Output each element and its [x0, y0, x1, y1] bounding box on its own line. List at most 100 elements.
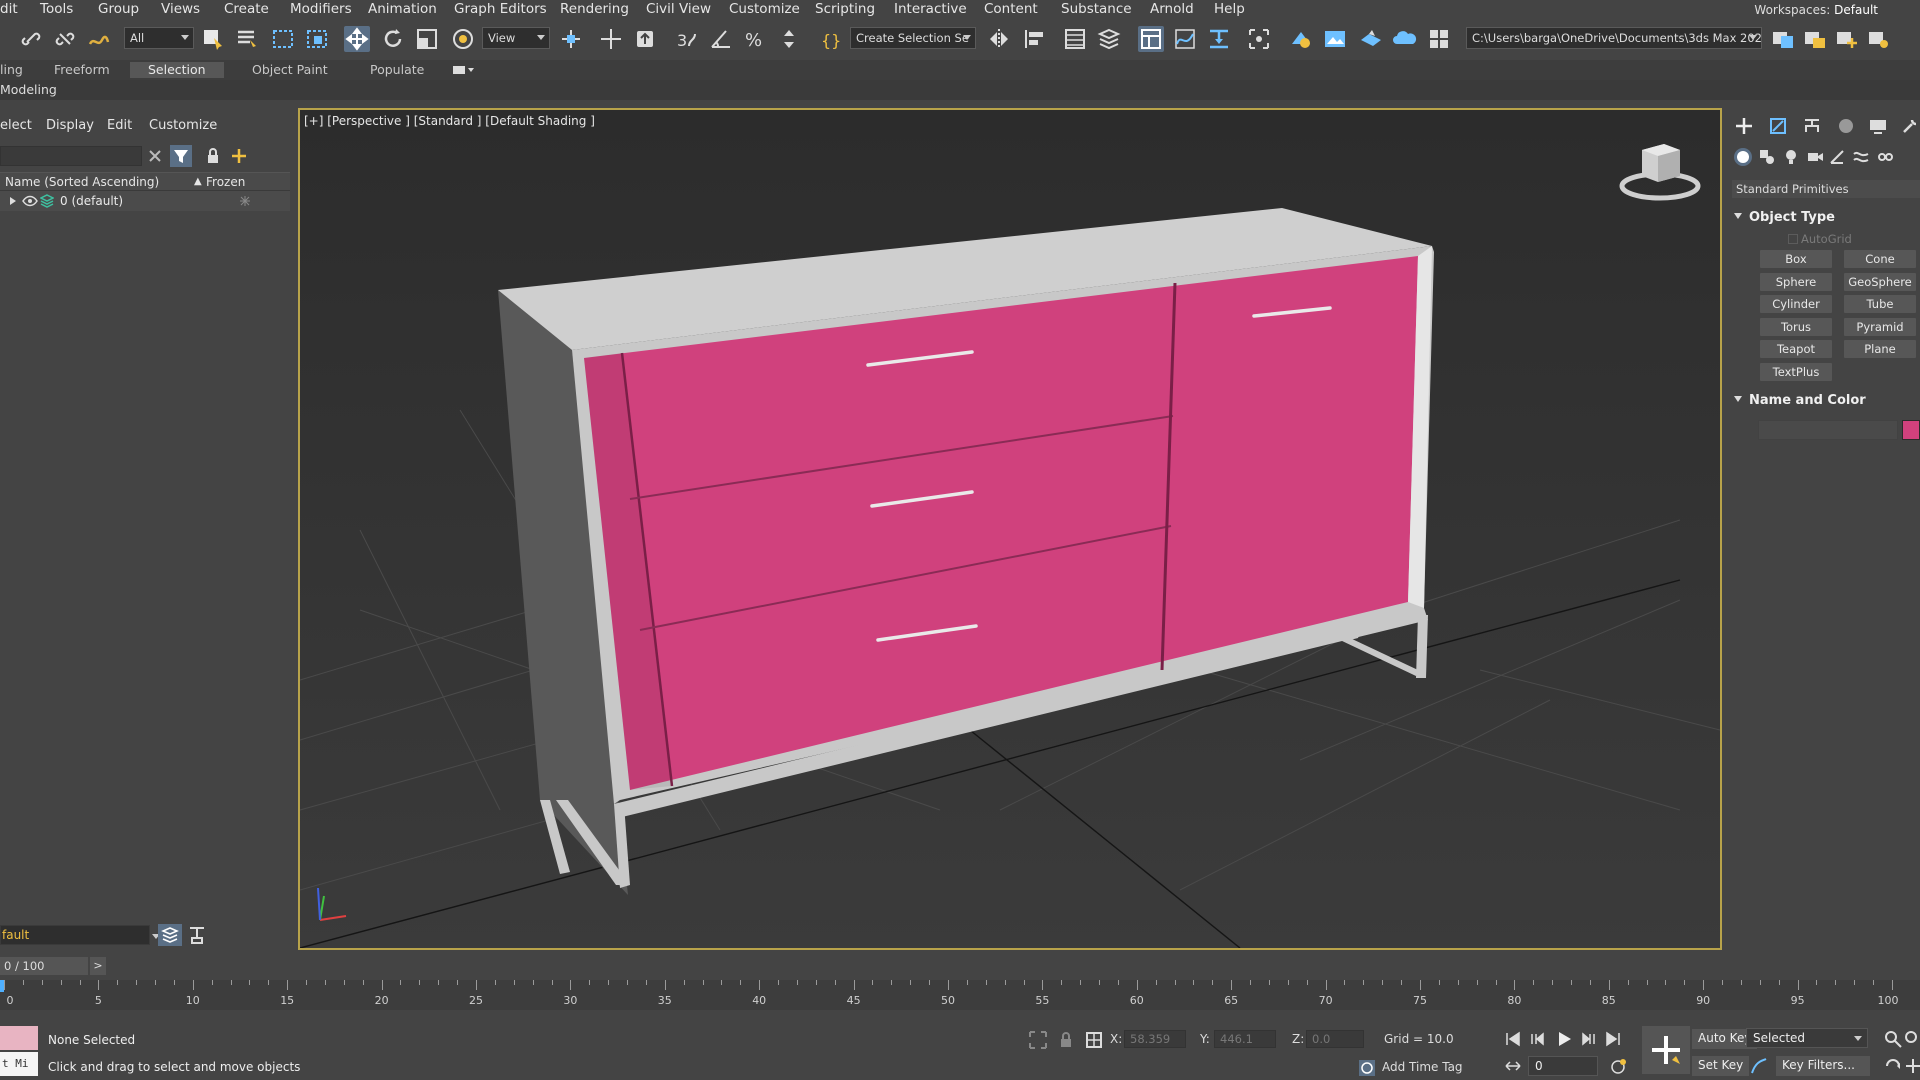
- spinner-snap-icon[interactable]: [776, 26, 802, 52]
- render-gallery-icon[interactable]: [1426, 26, 1452, 52]
- keyboard-shortcut-toggle-icon[interactable]: [632, 26, 658, 52]
- workspaces-selector[interactable]: Workspaces: Default: [1754, 3, 1878, 17]
- placement-icon[interactable]: [450, 26, 476, 52]
- time-tag-icon[interactable]: [1358, 1059, 1376, 1077]
- primitive-plane-button[interactable]: Plane: [1844, 340, 1916, 358]
- display-tab-icon[interactable]: [1868, 116, 1888, 136]
- go-to-start-icon[interactable]: [1504, 1030, 1522, 1048]
- ribbon-tab-object-paint[interactable]: Object Paint: [234, 62, 346, 78]
- schematic-view-icon[interactable]: [1206, 26, 1232, 52]
- zoom-icon[interactable]: [1884, 1030, 1902, 1048]
- menu-modifiers[interactable]: Modifiers: [290, 1, 352, 17]
- object-color-swatch[interactable]: [1902, 420, 1920, 440]
- utilities-tab-icon[interactable]: [1900, 116, 1920, 136]
- move-icon[interactable]: [344, 26, 370, 52]
- menu-content[interactable]: Content: [984, 1, 1038, 17]
- maxscript-listener[interactable]: t Mi: [0, 1026, 38, 1078]
- rectangle-selection-icon[interactable]: [270, 26, 296, 52]
- reference-coordinate-dropdown[interactable]: View: [482, 27, 550, 49]
- menu-dit[interactable]: dit: [0, 1, 18, 17]
- percent-snap-icon[interactable]: %: [742, 26, 768, 52]
- render-setup-icon[interactable]: [1288, 26, 1314, 52]
- primitive-textplus-button[interactable]: TextPlus: [1760, 362, 1832, 381]
- menu-help[interactable]: Help: [1214, 1, 1245, 17]
- primitive-sphere-button[interactable]: Sphere: [1760, 272, 1832, 291]
- sort-by-hierarchy-icon[interactable]: [186, 924, 208, 946]
- key-mode-toggle-icon[interactable]: [1504, 1057, 1522, 1075]
- ribbon-tab-freeform[interactable]: Freeform: [36, 62, 128, 78]
- snaps-toggle-icon[interactable]: 3: [674, 26, 700, 52]
- time-configuration-icon[interactable]: [1610, 1057, 1628, 1075]
- primitive-geosphere-button[interactable]: GeoSphere: [1844, 272, 1916, 291]
- primitive-pyramid-button[interactable]: Pyramid: [1844, 317, 1916, 336]
- project-options-icon[interactable]: [1866, 26, 1892, 52]
- key-tangent-icon[interactable]: [1750, 1057, 1768, 1075]
- set-project-folder-icon[interactable]: [1770, 26, 1796, 52]
- shapes-category-icon[interactable]: [1758, 148, 1776, 166]
- clear-search-icon[interactable]: [144, 145, 166, 167]
- menu-arnold[interactable]: Arnold: [1150, 1, 1194, 17]
- zoom-all-icon[interactable]: [1904, 1030, 1920, 1048]
- systems-category-icon[interactable]: [1876, 148, 1894, 166]
- absolute-mode-icon[interactable]: [1084, 1030, 1104, 1050]
- menu-graph-editors[interactable]: Graph Editors: [454, 1, 547, 17]
- set-key-button[interactable]: Set Key: [1692, 1056, 1750, 1076]
- space-warps-category-icon[interactable]: [1852, 148, 1870, 166]
- object-name-input[interactable]: [1758, 420, 1898, 440]
- key-filters-button[interactable]: Key Filters...: [1776, 1056, 1870, 1076]
- x-coordinate-field[interactable]: 58.359: [1124, 1030, 1186, 1048]
- viewport-label-menu[interactable]: [+] [Perspective ] [Standard ] [Default …: [304, 114, 595, 128]
- hierarchy-tab-icon[interactable]: [1802, 116, 1822, 136]
- y-coordinate-field[interactable]: 446.1: [1214, 1030, 1276, 1048]
- primitive-cone-button[interactable]: Cone: [1844, 250, 1916, 268]
- sort-by-layer-icon[interactable]: [158, 924, 182, 946]
- name-and-color-rollout[interactable]: Name and Color: [1734, 393, 1866, 408]
- primitive-torus-button[interactable]: Torus: [1760, 317, 1832, 336]
- menu-scripting[interactable]: Scripting: [815, 1, 875, 17]
- expand-arrow-icon[interactable]: [8, 196, 18, 206]
- helpers-category-icon[interactable]: [1828, 148, 1846, 166]
- open-project-icon[interactable]: [1802, 26, 1828, 52]
- current-layer-dropdown[interactable]: fault: [0, 925, 150, 945]
- curve-editor-icon[interactable]: [1172, 26, 1198, 52]
- toggle-ribbon-icon[interactable]: [1138, 26, 1164, 52]
- primitive-cylinder-button[interactable]: Cylinder: [1760, 295, 1832, 313]
- time-slider-handle[interactable]: 0 / 100: [0, 957, 88, 975]
- render-in-cloud-icon[interactable]: [1392, 26, 1418, 52]
- orbit-icon[interactable]: [1884, 1057, 1902, 1075]
- menu-rendering[interactable]: Rendering: [560, 1, 629, 17]
- explorer-menu-display[interactable]: Display: [46, 118, 94, 133]
- menu-group[interactable]: Group: [98, 1, 139, 17]
- primitive-box-button[interactable]: Box: [1760, 250, 1832, 268]
- menu-interactive[interactable]: Interactive: [894, 1, 967, 17]
- name-column-header[interactable]: Name (Sorted Ascending): [5, 175, 159, 189]
- z-coordinate-field[interactable]: 0.0: [1306, 1030, 1364, 1048]
- toggle-scene-explorer-icon[interactable]: [1062, 26, 1088, 52]
- primitive-teapot-button[interactable]: Teapot: [1760, 340, 1832, 358]
- rotate-icon[interactable]: [380, 26, 406, 52]
- rendered-frame-window-icon[interactable]: [1322, 26, 1348, 52]
- unlink-icon[interactable]: [52, 26, 78, 52]
- key-mode-dropdown[interactable]: Selected: [1746, 1028, 1868, 1048]
- track-bar[interactable]: 0 5 10 15 20 25 30 35 40 45 50 55 60 65 70 75 80 85 90 95 10…: [0, 980, 1920, 1010]
- ribbon-tab-populate[interactable]: Populate: [352, 62, 442, 78]
- modify-tab-icon[interactable]: [1768, 116, 1788, 136]
- geometry-category-icon[interactable]: [1734, 148, 1752, 166]
- explorer-menu-elect[interactable]: elect: [0, 118, 32, 133]
- ribbon-tab-ling[interactable]: ling: [0, 62, 41, 78]
- select-object-icon[interactable]: [200, 26, 226, 52]
- scale-icon[interactable]: [414, 26, 440, 52]
- lock-icon[interactable]: [202, 145, 224, 167]
- angle-snap-icon[interactable]: [708, 26, 734, 52]
- menu-tools[interactable]: Tools: [40, 1, 73, 17]
- material-editor-icon[interactable]: [1246, 26, 1272, 52]
- create-tab-icon[interactable]: [1734, 116, 1754, 136]
- pan-icon[interactable]: [1904, 1057, 1920, 1075]
- link-icon[interactable]: [18, 26, 44, 52]
- align-icon[interactable]: [1022, 26, 1048, 52]
- select-by-name-icon[interactable]: [234, 26, 260, 52]
- maxscript-mini-input[interactable]: t Mi: [0, 1052, 38, 1076]
- cameras-category-icon[interactable]: [1806, 148, 1824, 166]
- motion-tab-icon[interactable]: [1836, 116, 1856, 136]
- ribbon-tab-selection[interactable]: Selection: [130, 62, 224, 78]
